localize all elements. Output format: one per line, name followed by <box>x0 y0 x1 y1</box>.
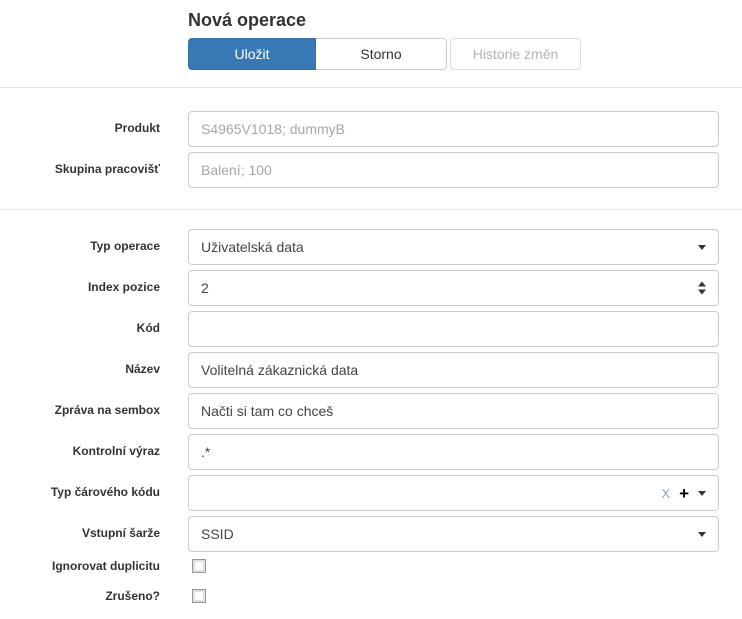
form-row-kod: Kód <box>0 311 742 347</box>
index-pozice-label: Index pozice <box>87 280 160 294</box>
zprava-na-sembox-control <box>188 393 719 429</box>
zruseno-control <box>188 587 719 605</box>
kod-control <box>188 311 719 347</box>
form-row-nazev: Název <box>0 352 742 388</box>
zruseno-label: Zrušeno? <box>105 589 160 603</box>
form-row-typ-caroveho-kodu: Typ čárového kódu X + <box>0 475 742 511</box>
chevron-down-icon <box>698 531 706 537</box>
form-row-skupina-pracovist: Skupina pracovišť <box>0 152 742 188</box>
chevron-down-icon <box>698 244 706 250</box>
stepper-up-icon <box>698 281 706 287</box>
typ-operace-value: Uživatelská data <box>201 239 304 255</box>
clear-icon[interactable]: X <box>661 487 670 500</box>
produkt-label: Produkt <box>114 121 160 135</box>
nazev-input[interactable] <box>188 352 719 388</box>
add-icon[interactable]: + <box>679 485 689 502</box>
typ-operace-control: Uživatelská data <box>188 229 719 265</box>
form-row-typ-operace: Typ operace Uživatelská data <box>0 229 742 265</box>
checkbox-rows: Ignorovat duplicitu Zrušeno? <box>0 557 742 605</box>
zruseno-checkbox[interactable] <box>192 588 206 603</box>
typ-caroveho-kodu-multiselect[interactable]: X + <box>188 475 719 511</box>
save-button[interactable]: Uložit <box>188 38 316 70</box>
typ-operace-label: Typ operace <box>90 239 160 253</box>
vstupni-sarze-value: SSID <box>201 526 234 542</box>
produkt-control <box>188 111 719 147</box>
index-pozice-input[interactable] <box>188 270 719 306</box>
vstupni-sarze-control: SSID <box>188 516 719 552</box>
typ-caroveho-kodu-label: Typ čárového kódu <box>50 485 160 499</box>
produkt-input[interactable] <box>188 111 719 147</box>
kod-label: Kód <box>136 321 160 335</box>
number-stepper[interactable] <box>698 281 706 295</box>
cancel-button[interactable]: Storno <box>316 38 447 70</box>
vstupni-sarze-select[interactable]: SSID <box>188 516 719 552</box>
zprava-na-sembox-input[interactable] <box>188 393 719 429</box>
form-row-produkt: Produkt <box>0 111 742 147</box>
stepper-down-icon <box>698 289 706 295</box>
ignorovat-duplicitu-checkbox[interactable] <box>192 558 206 573</box>
skupina-pracovist-input[interactable] <box>188 152 719 188</box>
history-button[interactable]: Historie změn <box>450 38 581 70</box>
form-row-index-pozice: Index pozice <box>0 270 742 306</box>
nazev-control <box>188 352 719 388</box>
product-section: Produkt Skupina pracovišť <box>0 88 742 188</box>
ignorovat-duplicitu-control <box>188 557 719 575</box>
typ-operace-select[interactable]: Uživatelská data <box>188 229 719 265</box>
form-row-ignorovat-duplicitu: Ignorovat duplicitu <box>0 557 742 575</box>
typ-caroveho-kodu-control: X + <box>188 475 719 511</box>
toolbar: Uložit Storno Historie změn <box>188 38 742 70</box>
page-title: Nová operace <box>188 10 307 30</box>
skupina-pracovist-control <box>188 152 719 188</box>
skupina-pracovist-label: Skupina pracovišť <box>54 162 160 176</box>
operation-section: Typ operace Uživatelská data Index pozic… <box>0 210 742 605</box>
index-pozice-control <box>188 270 719 306</box>
form-row-zprava-na-sembox: Zpráva na sembox <box>0 393 742 429</box>
multiselect-controls: X + <box>661 485 706 502</box>
kontrolni-vyraz-input[interactable] <box>188 434 719 470</box>
vstupni-sarze-label: Vstupní šarže <box>81 526 160 540</box>
chevron-down-icon[interactable] <box>698 490 706 496</box>
new-operation-page: Nová operace Uložit Storno Historie změn… <box>0 0 742 619</box>
page-header: Nová operace Uložit Storno Historie změn <box>0 0 742 70</box>
nazev-label: Název <box>125 362 160 376</box>
form-row-kontrolni-vyraz: Kontrolní výraz <box>0 434 742 470</box>
kontrolni-vyraz-label: Kontrolní výraz <box>72 444 160 458</box>
zprava-na-sembox-label: Zpráva na sembox <box>54 403 160 417</box>
kontrolni-vyraz-control <box>188 434 719 470</box>
kod-input[interactable] <box>188 311 719 347</box>
form-row-zruseno: Zrušeno? <box>0 587 742 605</box>
ignorovat-duplicitu-label: Ignorovat duplicitu <box>52 559 160 573</box>
form-row-vstupni-sarze: Vstupní šarže SSID <box>0 516 742 552</box>
